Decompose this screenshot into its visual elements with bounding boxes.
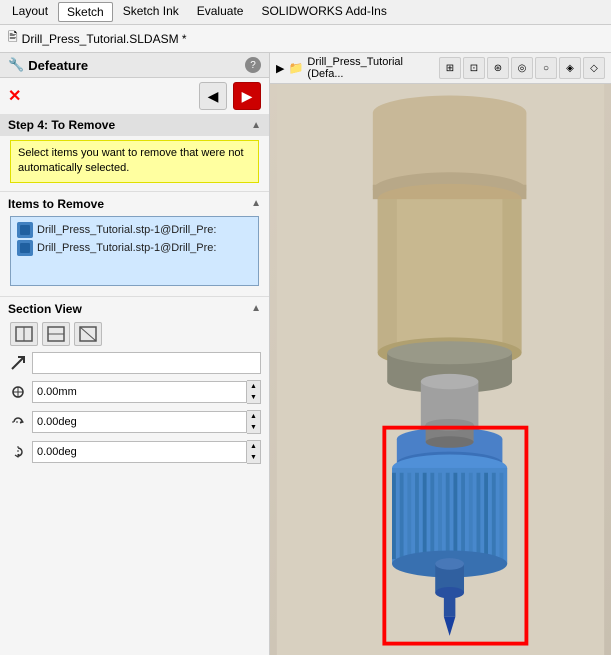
view-btn-4[interactable]: ◎ <box>511 57 533 79</box>
distance-input[interactable] <box>32 381 247 403</box>
step4-info-box: Select items you want to remove that wer… <box>10 140 259 183</box>
input-row-deg2: ▲ ▼ <box>0 437 269 467</box>
model-tree-icon: 📁 <box>288 61 303 75</box>
left-panel: 🔧 Defeature ? ✕ ◀ ▶ Step 4: To Remove ▲ … <box>0 53 270 655</box>
main-layout: 🔧 Defeature ? ✕ ◀ ▶ Step 4: To Remove ▲ … <box>0 53 611 655</box>
arrow-input-wrap <box>32 352 261 374</box>
panel-header: 🔧 Defeature ? <box>0 53 269 78</box>
deg2-spin-down[interactable]: ▼ <box>247 452 260 463</box>
view-btn-3[interactable]: ⊛ <box>487 57 509 79</box>
forward-button[interactable]: ▶ <box>233 82 261 110</box>
distance-spin-up[interactable]: ▲ <box>247 381 260 392</box>
panel-title: 🔧 Defeature <box>8 57 88 73</box>
input-row-deg1: ▲ ▼ <box>0 407 269 437</box>
menu-layout[interactable]: Layout <box>4 2 56 22</box>
items-to-remove-section: Items to Remove ▲ Drill_Press_Tutorial.s… <box>0 192 269 297</box>
title-bar: 🖹 Drill_Press_Tutorial.SLDASM * <box>0 25 611 53</box>
step4-label: Step 4: To Remove <box>8 118 115 132</box>
right-panel: ▶ 📁 Drill_Press_Tutorial (Defa... ⊞ ⊡ ⊛ … <box>270 53 611 655</box>
deg1-spin-up[interactable]: ▲ <box>247 411 260 422</box>
menu-bar: Layout Sketch Sketch Ink Evaluate SOLIDW… <box>0 0 611 25</box>
arrow-icon <box>8 353 28 373</box>
view-btn-1[interactable]: ⊞ <box>439 57 461 79</box>
deg1-spinner: ▲ ▼ <box>247 410 261 434</box>
section-view-toolbar <box>0 319 269 349</box>
menu-solidworks-addins[interactable]: SOLIDWORKS Add-Ins <box>253 2 394 22</box>
sv-btn-2[interactable] <box>42 322 70 346</box>
step4-section: Step 4: To Remove ▲ Select items you wan… <box>0 114 269 192</box>
deg1-input[interactable] <box>32 411 247 433</box>
defeature-icon: 🔧 <box>8 57 24 73</box>
title-icon: 🖹 <box>8 28 18 49</box>
list-item: Drill_Press_Tutorial.stp-1@Drill_Pre: <box>15 221 254 239</box>
3d-viewport[interactable] <box>270 84 611 655</box>
distance-spin-down[interactable]: ▼ <box>247 392 260 403</box>
deg2-spinner: ▲ ▼ <box>247 440 261 464</box>
deg2-spin-up[interactable]: ▲ <box>247 441 260 452</box>
menu-sketch-ink[interactable]: Sketch Ink <box>115 2 187 22</box>
expand-icon[interactable]: ▶ <box>276 62 284 75</box>
viewport-header: ▶ 📁 Drill_Press_Tutorial (Defa... ⊞ ⊡ ⊛ … <box>270 53 611 84</box>
view-btn-6[interactable]: ◈ <box>559 57 581 79</box>
item-icon-2 <box>17 240 33 256</box>
distance-spinner: ▲ ▼ <box>247 380 261 404</box>
step4-header[interactable]: Step 4: To Remove ▲ <box>0 114 269 136</box>
menu-evaluate[interactable]: Evaluate <box>189 2 252 22</box>
sv-btn-3[interactable] <box>74 322 102 346</box>
item-label-1: Drill_Press_Tutorial.stp-1@Drill_Pre: <box>37 224 216 236</box>
deg2-input-wrap: ▲ ▼ <box>32 440 261 464</box>
view-btn-5[interactable]: ○ <box>535 57 557 79</box>
deg1-input-wrap: ▲ ▼ <box>32 410 261 434</box>
distance-input-wrap: ▲ ▼ <box>32 380 261 404</box>
rotate-y-icon <box>8 442 28 462</box>
section-view-section: Section View ▲ <box>0 297 269 467</box>
view-btn-7[interactable]: ◇ <box>583 57 605 79</box>
items-to-remove-label: Items to Remove <box>8 197 104 211</box>
item-label-2: Drill_Press_Tutorial.stp-1@Drill_Pre: <box>37 242 216 254</box>
items-chevron-icon: ▲ <box>251 198 261 209</box>
distance-icon <box>8 382 28 402</box>
input-row-arrow <box>0 349 269 377</box>
back-button[interactable]: ◀ <box>199 82 227 110</box>
view-btn-2[interactable]: ⊡ <box>463 57 485 79</box>
close-button[interactable]: ✕ <box>8 86 21 106</box>
input-row-distance: ▲ ▼ <box>0 377 269 407</box>
action-row: ✕ ◀ ▶ <box>0 78 269 114</box>
step4-chevron-icon: ▲ <box>251 120 261 131</box>
section-view-label: Section View <box>8 302 82 316</box>
items-list[interactable]: Drill_Press_Tutorial.stp-1@Drill_Pre: Dr… <box>10 216 259 286</box>
section-view-chevron-icon: ▲ <box>251 303 261 314</box>
rotate-x-icon <box>8 412 28 432</box>
document-title: Drill_Press_Tutorial.SLDASM * <box>22 32 187 46</box>
list-item: Drill_Press_Tutorial.stp-1@Drill_Pre: <box>15 239 254 257</box>
help-button[interactable]: ? <box>245 57 261 73</box>
step4-info-text: Select items you want to remove that wer… <box>18 147 244 174</box>
item-icon-1 <box>17 222 33 238</box>
menu-sketch[interactable]: Sketch <box>58 2 113 22</box>
viewport-toolbar: ⊞ ⊡ ⊛ ◎ ○ ◈ ◇ <box>439 57 605 79</box>
sv-btn-1[interactable] <box>10 322 38 346</box>
arrow-input[interactable] <box>32 352 261 374</box>
deg1-spin-down[interactable]: ▼ <box>247 422 260 433</box>
deg2-input[interactable] <box>32 441 247 463</box>
viewport-title: Drill_Press_Tutorial (Defa... <box>307 56 439 80</box>
panel-name-label: Defeature <box>28 58 88 73</box>
